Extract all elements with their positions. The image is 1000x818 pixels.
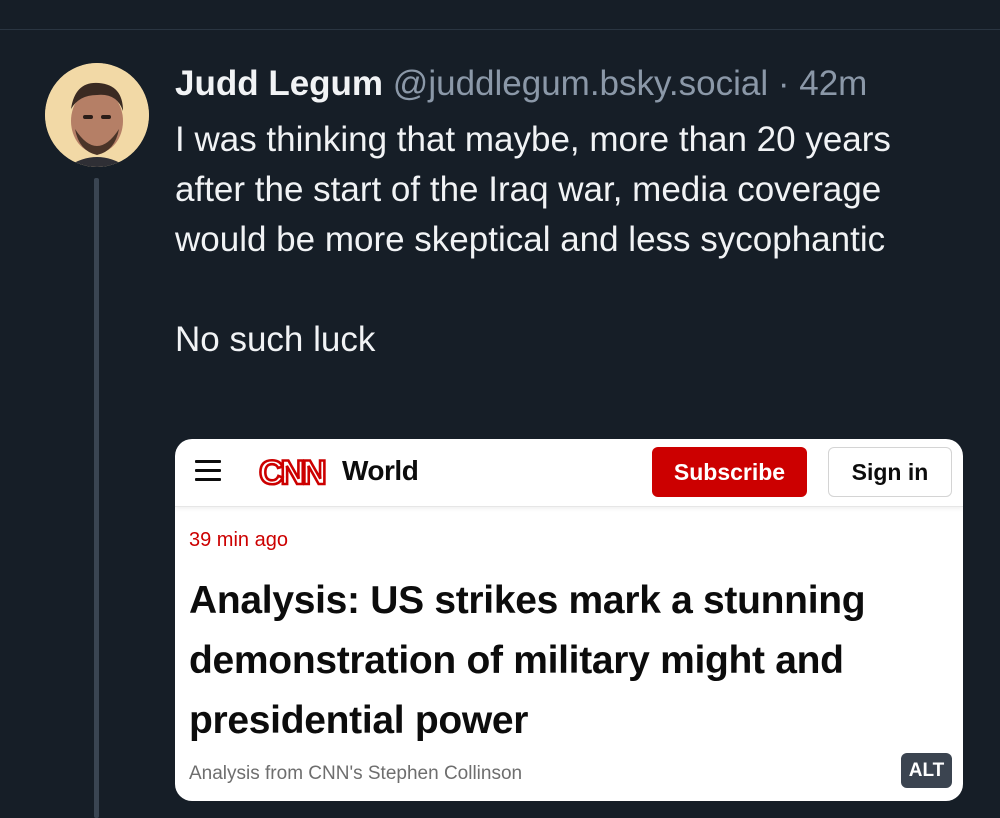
post-timestamp[interactable]: 42m — [799, 64, 867, 103]
sign-in-button: Sign in — [828, 447, 952, 497]
post-header: Judd Legum @juddlegum.bsky.social · 42m — [175, 62, 975, 106]
hamburger-menu-icon — [195, 460, 221, 482]
top-divider — [0, 29, 1000, 30]
author-handle[interactable]: @juddlegum.bsky.social — [393, 64, 768, 103]
header-separator: · — [777, 64, 790, 103]
cnn-header-bar: CNN World Subscribe Sign in — [175, 439, 963, 507]
article-time: 39 min ago — [189, 529, 288, 551]
author-avatar[interactable] — [45, 63, 149, 167]
author-name[interactable]: Judd Legum — [175, 64, 383, 103]
section-name: World — [342, 455, 419, 486]
article-byline: Analysis from CNN's Stephen Collinson — [189, 763, 523, 784]
article-headline: Analysis: US strikes mark a stunning dem… — [189, 579, 866, 742]
cnn-logo: CNN — [258, 453, 330, 491]
post-text: I was thinking that maybe, more than 20 … — [175, 120, 891, 359]
alt-text-button[interactable]: ALT — [901, 753, 952, 788]
embedded-image-card[interactable]: CNN World Subscribe Sign in 39 min ago A… — [175, 439, 963, 801]
thread-line — [94, 178, 99, 818]
subscribe-button: Subscribe — [652, 447, 807, 497]
cnn-logo-text: CNN — [259, 454, 325, 491]
